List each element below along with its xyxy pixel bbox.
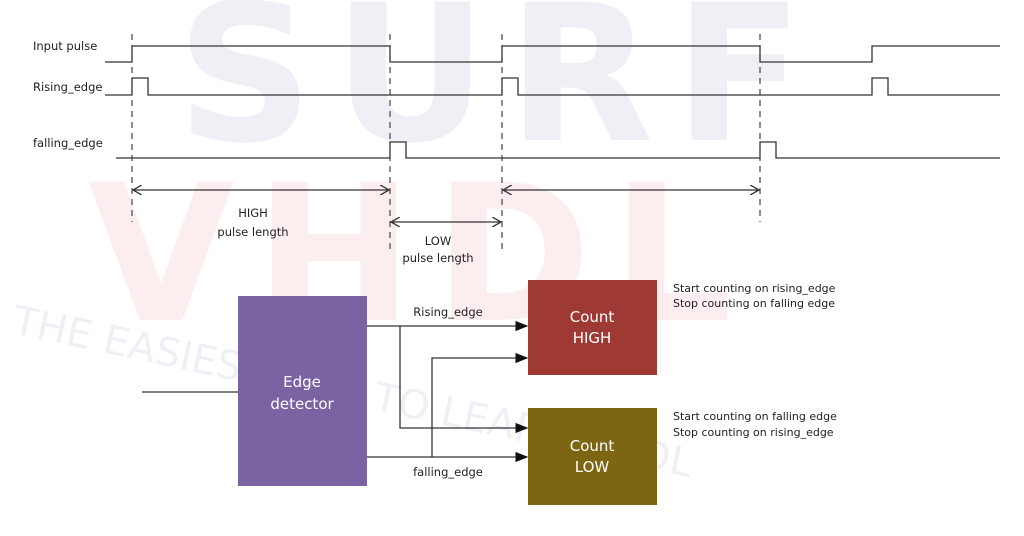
label-falling-edge: falling_edge [33, 136, 103, 150]
count-high-block [528, 280, 657, 375]
low-label: LOW [425, 234, 451, 248]
low-pulse-length-label: pulse length [402, 251, 473, 265]
count-low-label: Count [570, 437, 615, 455]
count-low-note-stop: Stop counting on rising_edge [673, 426, 834, 439]
count-low-note-start: Start counting on falling edge [673, 410, 837, 423]
edge-detector-diagram: SURF VHDL THE EASIEST WAY TO LEARN VHDL … [8, 0, 1000, 505]
edge-detector-block [238, 296, 367, 486]
label-input-pulse: Input pulse [33, 39, 97, 53]
count-high-note-stop: Stop counting on falling edge [673, 297, 835, 310]
high-label: HIGH [238, 206, 268, 220]
count-high-note-start: Start counting on rising_edge [673, 282, 836, 295]
edge-detector-label-2: detector [270, 395, 334, 413]
label-rising-edge: Rising_edge [33, 80, 102, 94]
edge-detector-label: Edge [283, 373, 321, 391]
count-low-label-2: LOW [575, 458, 610, 476]
rising-edge-wire-label: Rising_edge [413, 305, 482, 319]
count-low-block [528, 408, 657, 505]
falling-edge-wire-label: falling_edge [413, 465, 483, 479]
count-high-label-2: HIGH [573, 329, 612, 347]
high-pulse-length-label: pulse length [217, 225, 288, 239]
count-high-label: Count [570, 308, 615, 326]
